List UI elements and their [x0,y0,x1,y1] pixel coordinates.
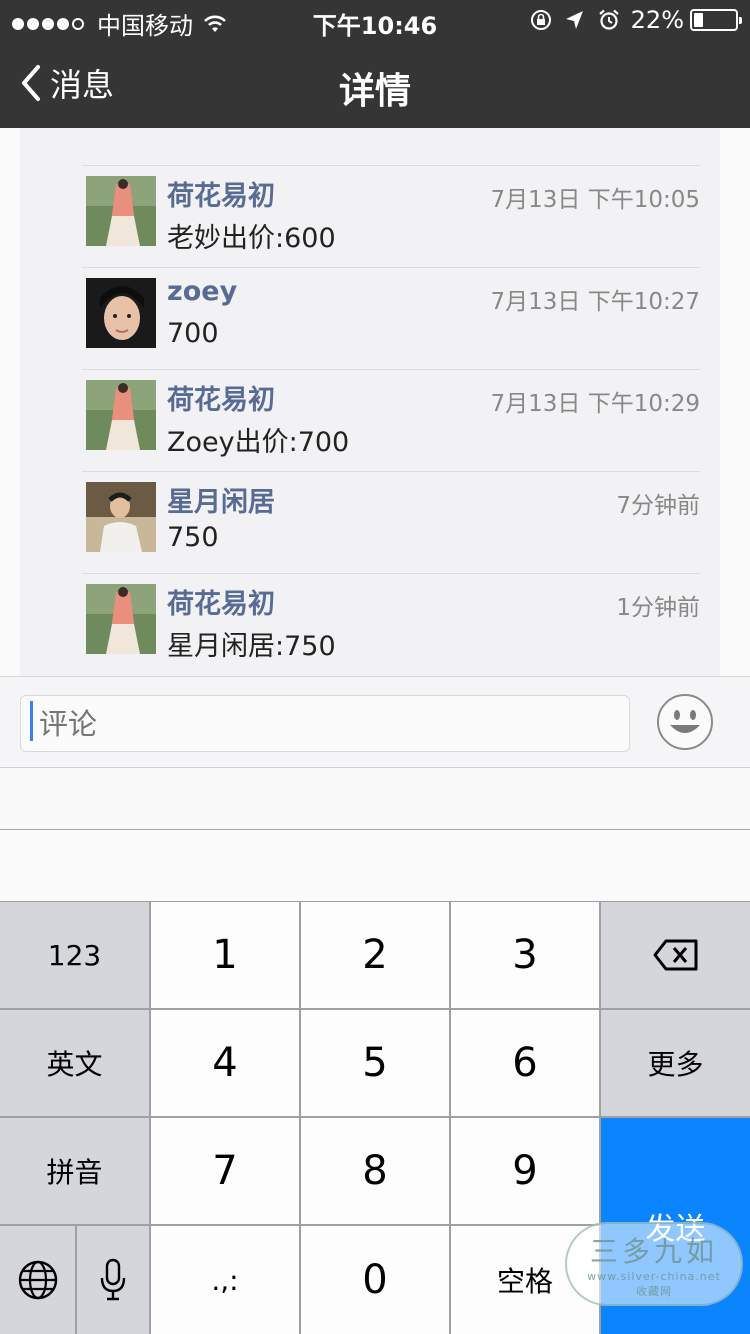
commenter-name[interactable]: 荷花易初 [167,582,275,621]
watermark-sub: 收藏网 [636,1284,672,1298]
key-5[interactable]: 5 [301,1010,449,1116]
comment-item[interactable]: 荷花易初 7月13日 下午10:05 老妙出价:600 [82,165,700,267]
microphone-icon [100,1258,126,1301]
battery-nub [739,17,742,24]
alarm-clock-icon [598,9,619,30]
emoji-button[interactable] [656,693,714,751]
comment-item[interactable]: 荷花易初 1分钟前 星月闲居:750 [82,573,700,675]
comment-item[interactable]: zoey 7月13日 下午10:27 700 [82,267,700,369]
key-8[interactable]: 8 [301,1118,449,1224]
comment-time: 7月13日 下午10:27 [490,289,701,315]
navigation-bar: 消息 详情 [0,40,750,128]
key-punctuation[interactable]: .,: [151,1226,299,1334]
commenter-name[interactable]: 荷花易初 [167,378,275,417]
comments-panel: 600 荷花易初 7月13日 下午10:05 老妙出价:600 [20,128,720,676]
globe-key[interactable] [0,1226,75,1334]
floral-dress-avatar [86,176,156,246]
comment-input[interactable] [20,695,630,752]
floral-dress-avatar [86,380,156,450]
commenter-name[interactable]: 星月闲居 [167,480,275,519]
backspace-icon [653,939,697,971]
key-123[interactable]: 123 [0,902,149,1008]
globe-icon [18,1260,57,1300]
orientation-lock-icon [530,10,551,30]
battery-percent: 22% [630,6,684,34]
text-cursor [30,701,33,741]
woman-portrait-avatar [86,278,156,348]
candidate-area [0,831,750,901]
key-3[interactable]: 3 [451,902,599,1008]
battery-icon [690,9,742,31]
key-pinyin[interactable]: 拼音 [0,1118,149,1224]
comments-scroll-area[interactable]: 600 荷花易初 7月13日 下午10:05 老妙出价:600 [0,128,750,676]
delete-key[interactable] [601,902,750,1008]
comment-time: 7月13日 下午10:05 [490,187,701,213]
watermark-main: 三多九如 [589,1234,718,1268]
top-bar: 中国移动 下午10:46 22% 消息 详情 [0,0,750,128]
comment-text: 750 [167,522,219,553]
microphone-key[interactable] [77,1226,149,1334]
floral-dress-avatar [86,584,156,654]
location-arrow-icon [565,11,583,29]
page-title: 详情 [338,71,411,112]
comment-time: 1分钟前 [616,595,700,621]
key-9[interactable]: 9 [451,1118,599,1224]
watermark-site: www.silver-china.net [587,1269,721,1283]
comment-text: 星月闲居:750 [167,631,336,662]
key-7[interactable]: 7 [151,1118,299,1224]
commenter-name[interactable]: 荷花易初 [167,174,275,213]
key-2[interactable]: 2 [301,902,449,1008]
key-1[interactable]: 1 [151,902,299,1008]
key-4[interactable]: 4 [151,1010,299,1116]
comment-text: 老妙出价:600 [167,223,336,254]
comment-item-partial[interactable]: 600 [82,128,700,142]
watermark-logo: 三多九如 www.silver-china.net 收藏网 [565,1222,743,1306]
commenter-name[interactable]: zoey [167,276,237,307]
comment-time: 7分钟前 [616,493,700,519]
comment-input-bar [0,676,750,768]
status-right: 22% [519,6,742,34]
key-0[interactable]: 0 [301,1226,449,1334]
key-6[interactable]: 6 [451,1010,599,1116]
comment-text: 700 [167,318,219,349]
man-portrait-avatar [86,482,156,552]
comment-text: Zoey出价:700 [167,427,350,458]
comment-item[interactable]: 荷花易初 7月13日 下午10:29 Zoey出价:700 [82,369,700,471]
key-english[interactable]: 英文 [0,1010,149,1116]
status-bar: 中国移动 下午10:46 22% [0,0,750,40]
comment-item[interactable]: 星月闲居 7分钟前 750 [82,471,700,573]
comment-time: 7月13日 下午10:29 [490,391,701,417]
key-more[interactable]: 更多 [601,1010,750,1116]
candidate-bar [0,768,750,830]
battery-fill [694,13,703,27]
